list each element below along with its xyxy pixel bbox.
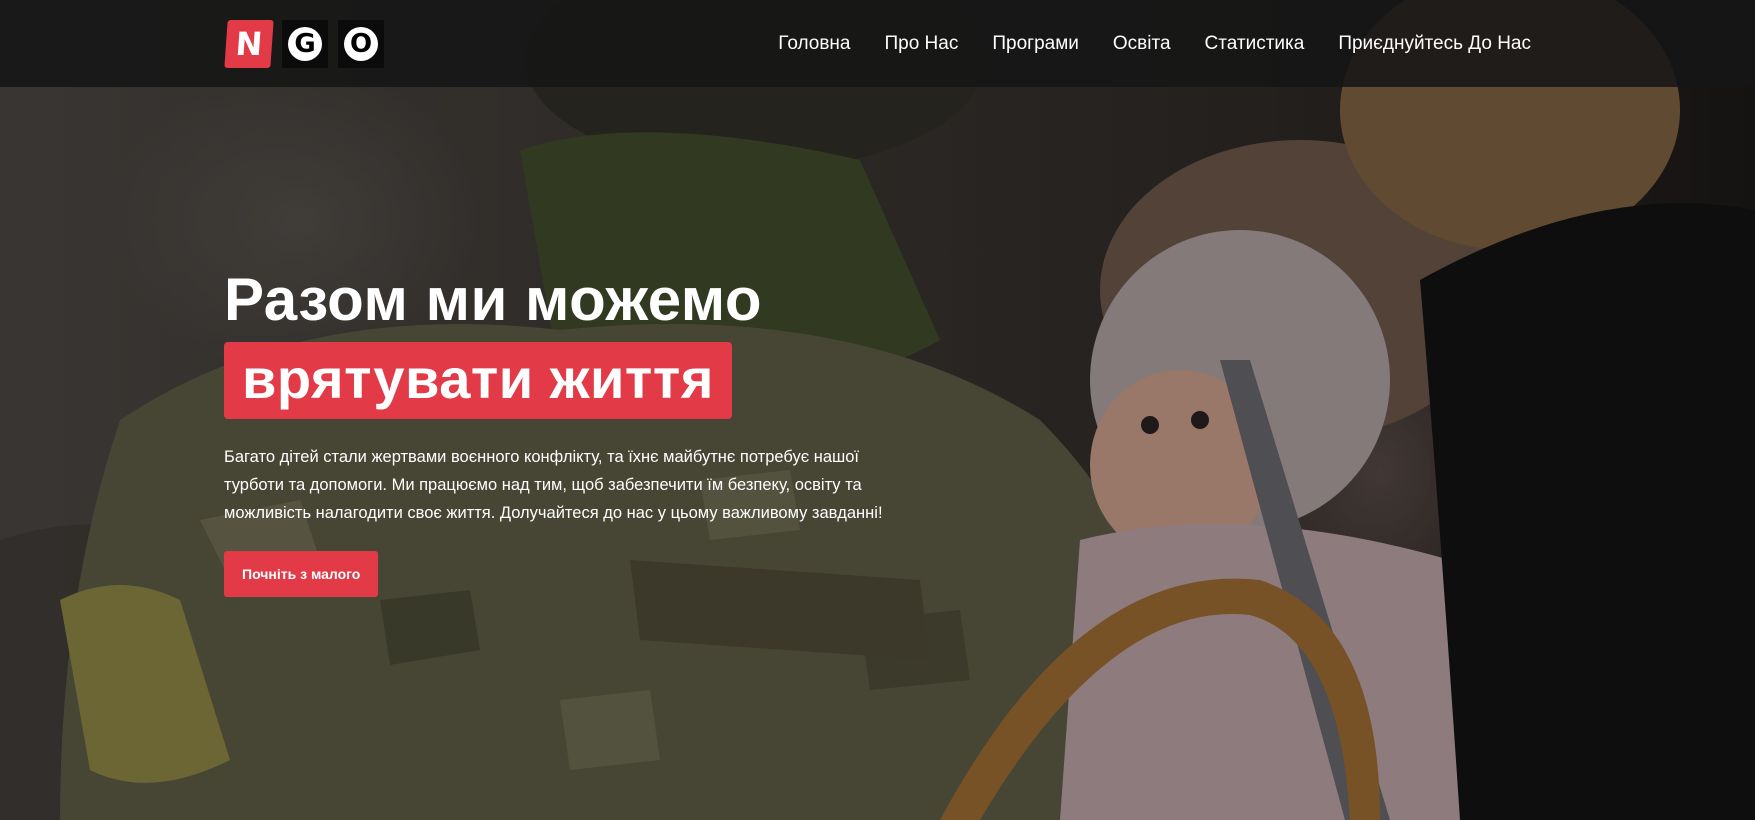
main-nav: Головна Про Нас Програми Освіта Статисти… <box>778 0 1531 87</box>
logo-letter-g: G <box>282 20 328 68</box>
nav-link-home[interactable]: Головна <box>778 33 850 55</box>
ngo-logo[interactable]: N G O <box>224 20 384 68</box>
logo-letter-o: O <box>338 20 384 68</box>
hero-content: Разом ми можемо врятувати життя Багато д… <box>224 270 924 597</box>
logo-letter-n: N <box>224 20 274 68</box>
nav-link-education[interactable]: Освіта <box>1113 33 1171 55</box>
nav-link-join-us[interactable]: Приєднуйтесь До Нас <box>1338 33 1531 55</box>
hero-headline-highlight: врятувати життя <box>224 342 732 419</box>
nav-link-statistics[interactable]: Статистика <box>1205 33 1305 55</box>
nav-link-about[interactable]: Про Нас <box>884 33 958 55</box>
top-navbar: N G O Головна Про Нас Програми Освіта Ст… <box>0 0 1755 87</box>
hero-description: Багато дітей стали жертвами воєнного кон… <box>224 448 883 522</box>
hero-headline: Разом ми можемо <box>224 266 763 333</box>
hero-section: N G O Головна Про Нас Програми Освіта Ст… <box>0 0 1755 820</box>
nav-link-programs[interactable]: Програми <box>992 33 1079 55</box>
start-small-button[interactable]: Почніть з малого <box>224 551 379 597</box>
